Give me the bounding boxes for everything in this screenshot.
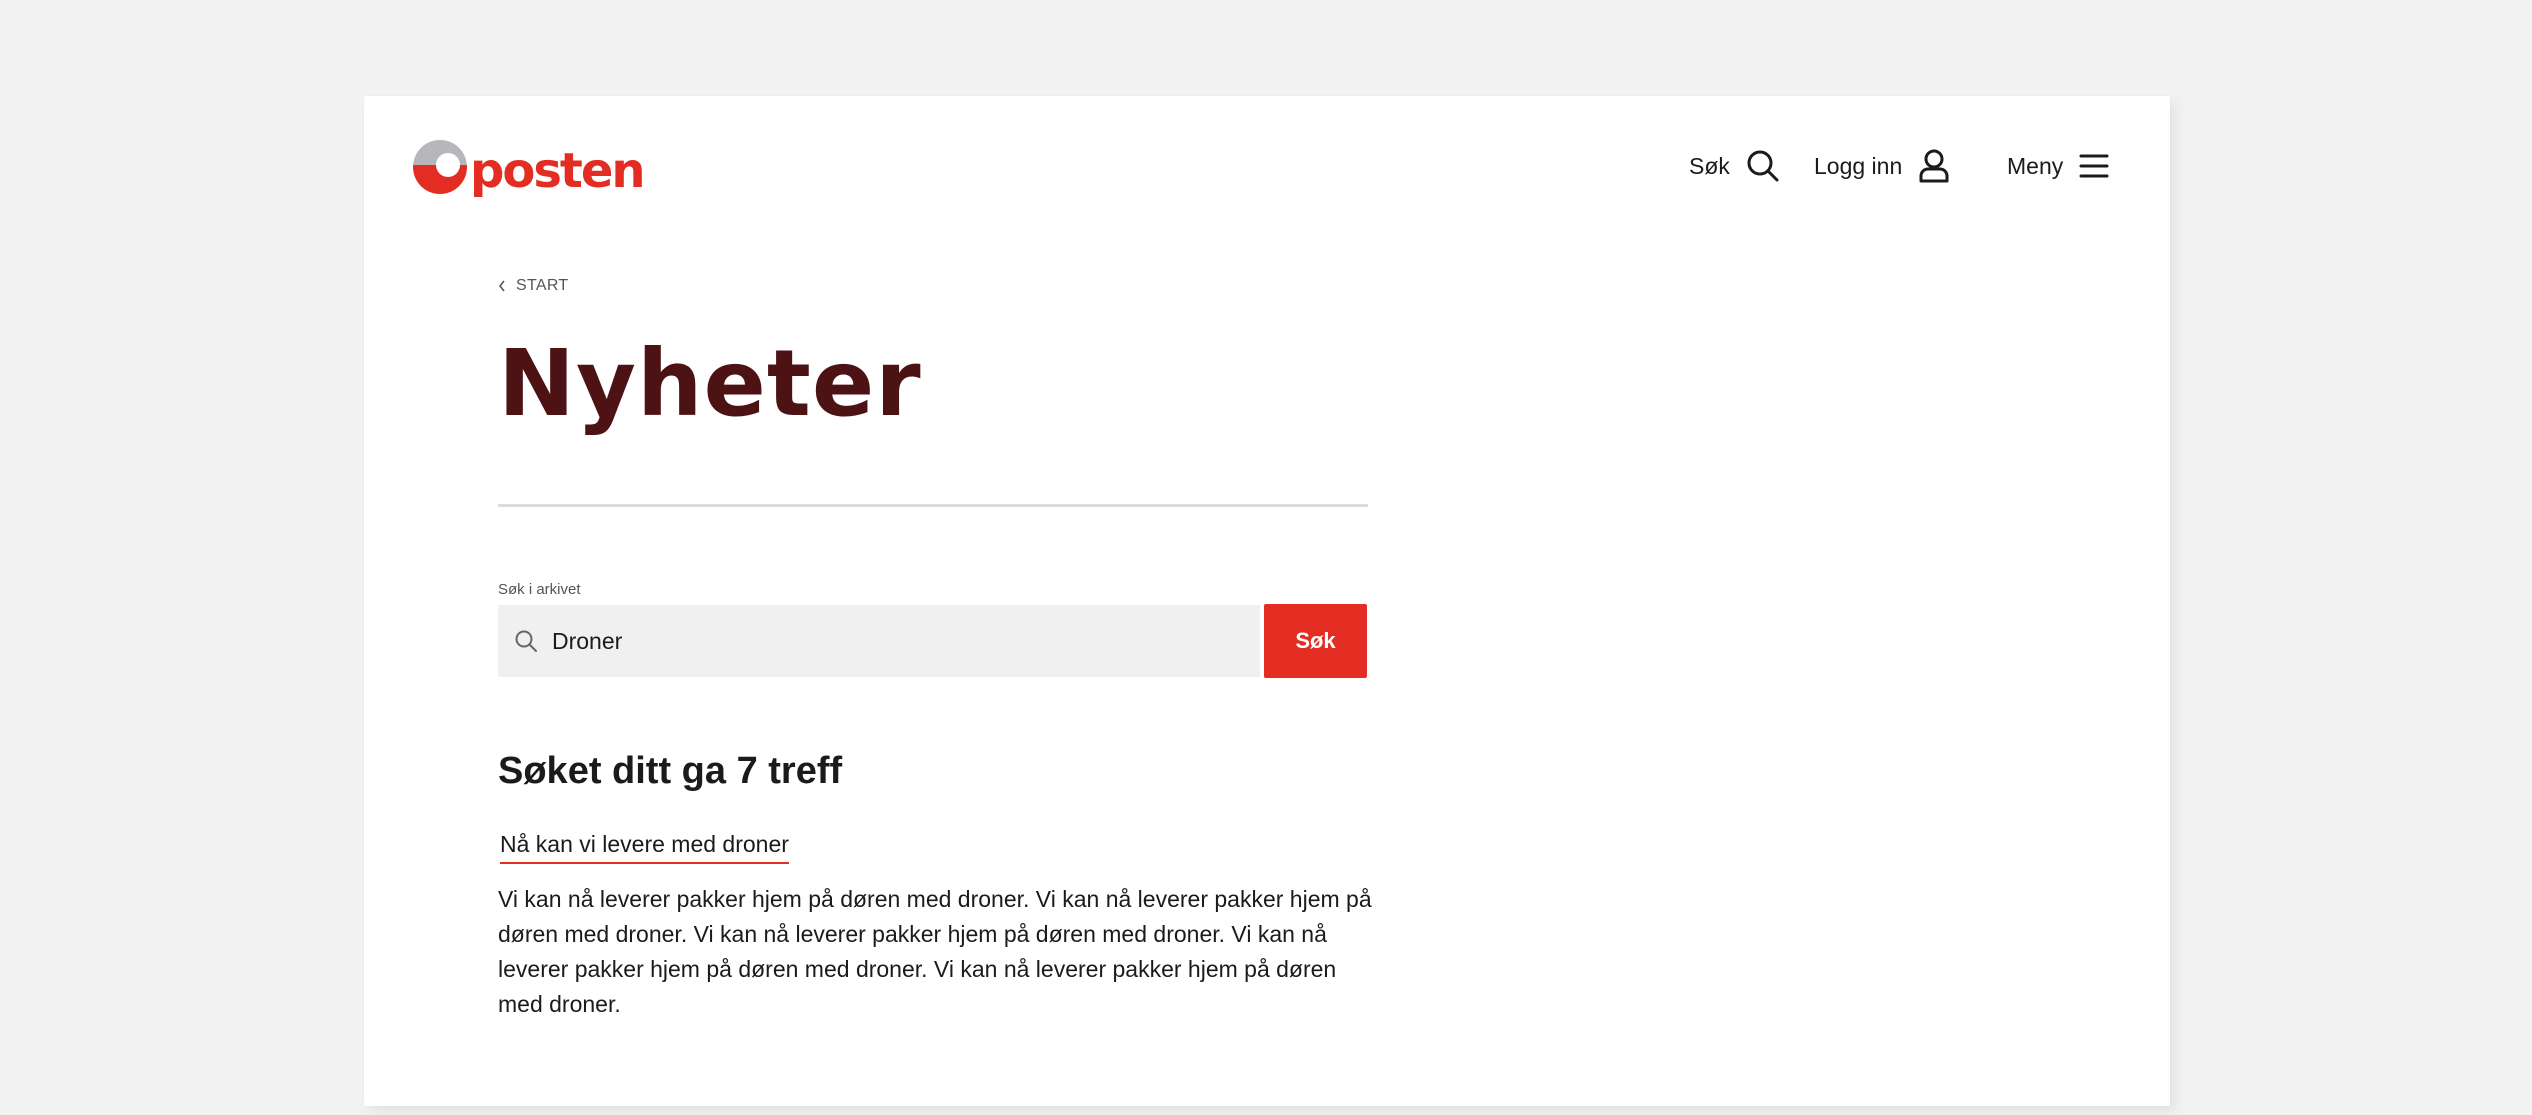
result-excerpt: Vi kan nå leverer pakker hjem på døren m… — [498, 886, 1372, 1017]
header-search-label: Søk — [1689, 152, 1730, 179]
archive-search: Søk — [498, 604, 1378, 678]
breadcrumb-label: START — [516, 277, 569, 294]
page-card: posten Søk Logg inn Meny START Nyheter S… — [364, 96, 2170, 1106]
search-field[interactable] — [498, 605, 1260, 677]
header-search-button[interactable]: Søk — [1689, 144, 1780, 188]
header-menu-button[interactable]: Meny — [2007, 144, 2109, 188]
hamburger-icon — [2079, 154, 2109, 178]
posten-logo-icon — [413, 140, 467, 194]
user-icon — [1919, 149, 1949, 183]
breadcrumb[interactable]: START — [498, 276, 1378, 296]
results-heading: Søket ditt ga 7 treff — [498, 750, 843, 792]
search-icon — [515, 630, 537, 652]
search-icon — [1747, 150, 1779, 182]
chevron-left-icon — [498, 280, 505, 292]
main-content: START Nyheter Søk i arkivet Søk Søket di… — [498, 276, 1378, 1022]
logo-wordmark: posten — [470, 143, 646, 199]
result-title-link[interactable]: Nå kan vi levere med droner — [500, 831, 789, 864]
search-input[interactable] — [552, 627, 1232, 655]
search-submit-button[interactable]: Søk — [1264, 604, 1367, 678]
header-login-label: Logg inn — [1814, 152, 1903, 179]
posten-logo[interactable]: posten — [412, 136, 646, 199]
divider — [498, 504, 1368, 507]
header-menu-label: Meny — [2007, 152, 2064, 179]
page-title: Nyheter — [498, 330, 922, 437]
search-field-label: Søk i arkivet — [498, 581, 581, 598]
header-login-button[interactable]: Logg inn — [1814, 144, 1950, 188]
